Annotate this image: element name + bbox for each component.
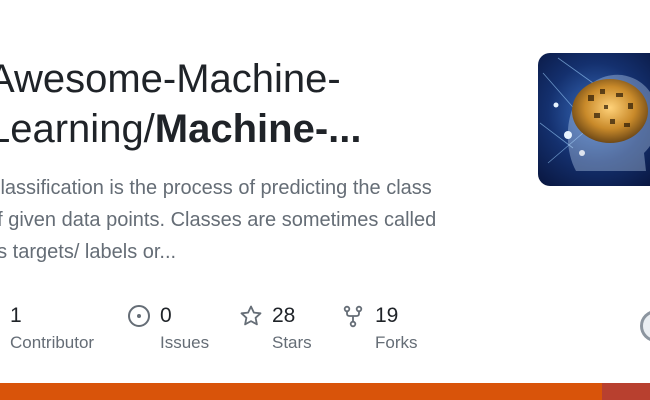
repo-name: Machine-... xyxy=(154,107,362,151)
repo-description-line: of given data points. Classes are someti… xyxy=(0,209,437,231)
repo-thumbnail xyxy=(538,53,650,186)
forks-count: 19 xyxy=(375,304,399,327)
repo-description-line: Classification is the process of predict… xyxy=(0,177,432,199)
repo-description-line: as targets/ labels or... xyxy=(0,241,177,263)
issue-opened-icon xyxy=(128,305,150,327)
ai-head-image xyxy=(538,53,650,186)
star-icon xyxy=(240,305,262,326)
stars-label: Stars xyxy=(272,333,312,352)
contributors-count: 1 xyxy=(10,304,22,327)
issues-count: 0 xyxy=(160,304,172,327)
repo-stats: 1 Contributor 0 Issues 28 Stars 19 Forks xyxy=(0,300,650,360)
stars-count: 28 xyxy=(272,304,296,327)
forks-label: Forks xyxy=(375,333,418,352)
repo-description: Classification is the process of predict… xyxy=(0,172,506,268)
language-bar-secondary xyxy=(602,383,650,400)
repo-title-line-2: Learning/Machine-... xyxy=(0,104,508,154)
people-icon xyxy=(0,304,10,328)
language-bar-primary xyxy=(0,383,602,400)
issues-label: Issues xyxy=(160,333,210,352)
repo-forked-icon xyxy=(343,305,363,328)
repo-title[interactable]: Awesome-Machine- Learning/Machine-... xyxy=(0,54,508,154)
repo-owner-path: Learning/ xyxy=(0,107,155,151)
repo-title-line-1: Awesome-Machine- xyxy=(0,57,341,101)
contributors-label: Contributor xyxy=(10,333,95,352)
